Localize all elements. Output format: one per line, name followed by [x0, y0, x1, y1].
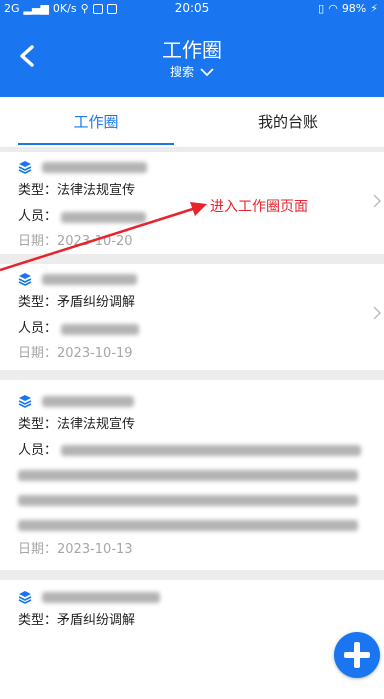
list-item[interactable]: 类型：法律法规宣传 人员： 日期：2023-10-13: [0, 380, 384, 570]
card-person-label: 人员：: [18, 321, 58, 336]
card-date: 日期：2023-10-13: [18, 542, 133, 557]
card-person-line: [18, 463, 366, 488]
card-person-blurred: [61, 445, 362, 456]
vibrate-icon: ▯: [318, 2, 325, 15]
card-title-blurred: [42, 395, 134, 407]
wifi-icon: ◠: [328, 2, 338, 15]
search-label: 搜索: [169, 65, 194, 79]
card-title-row: [18, 586, 366, 608]
annotation-arrow-icon: [0, 202, 207, 272]
chevron-down-icon: [200, 67, 214, 76]
card-person-row: 人员：: [18, 438, 366, 463]
card-title-row: [18, 156, 366, 178]
card-title-blurred: [42, 591, 160, 603]
card-person-blurred: [18, 495, 358, 506]
card-person-line: [18, 513, 366, 538]
card-person-block: 人员：: [18, 438, 366, 538]
tab-work-circle[interactable]: 工作圈: [0, 97, 192, 147]
battery-level: 98%: [341, 2, 367, 15]
card-person-blurred: [61, 323, 140, 335]
layers-icon: [18, 591, 32, 604]
card-type: 类型：矛盾纠纷调解: [18, 295, 136, 310]
app-header: 工作圈 搜索: [0, 18, 384, 97]
charging-icon: ⚡: [370, 2, 378, 15]
status-right: ▯ ◠ 98% ⚡: [318, 2, 378, 15]
card-type: 类型：法律法规宣传: [18, 417, 136, 432]
layers-icon: [18, 395, 32, 408]
card-title-row: [18, 390, 366, 412]
layers-icon: [18, 161, 32, 174]
tab-my-ledger[interactable]: 我的台账: [192, 97, 384, 147]
page-title: 工作圈: [162, 38, 222, 62]
status-bar: 2G ▂▄▆ 0K/s ⚲ 20:05 ▯ ◠ 98% ⚡: [0, 0, 384, 18]
chevron-right-icon: [373, 306, 381, 320]
card-person-row: 人员：: [18, 316, 366, 342]
tab-bar: 工作圈 我的台账: [0, 97, 384, 147]
card-person-blurred: [18, 520, 358, 531]
add-button[interactable]: [334, 632, 380, 678]
card-type: 类型：矛盾纠纷调解: [18, 613, 136, 628]
card-person-line: [18, 488, 366, 513]
card-person-blurred: [18, 470, 358, 481]
list-item[interactable]: 类型：矛盾纠纷调解: [0, 580, 384, 699]
search-dropdown[interactable]: 搜索: [0, 63, 384, 80]
card-date: 日期：2023-10-19: [18, 346, 133, 361]
card-title-blurred: [42, 161, 147, 173]
annotation-text: 进入工作圈页面: [210, 199, 308, 215]
card-person-label: 人员：: [18, 443, 58, 458]
chevron-right-icon: [373, 194, 381, 208]
